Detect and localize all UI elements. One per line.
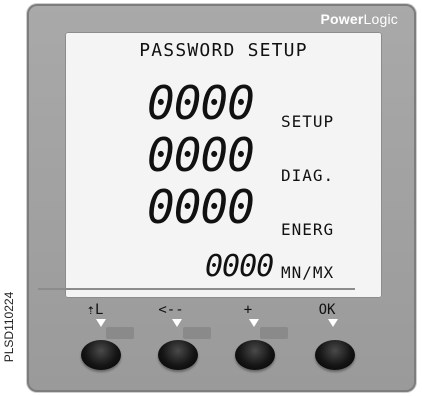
button-3[interactable] — [235, 340, 275, 370]
screen-title: PASSWORD SETUP — [139, 40, 308, 61]
softkey-divider — [38, 288, 355, 290]
mnmx-label: MN/MX — [281, 263, 335, 282]
softkey-ok: OK — [318, 302, 336, 318]
softkey-pointer-1 — [96, 319, 106, 327]
softkey-pointer-2 — [172, 319, 182, 327]
brand-power: Power — [320, 11, 364, 27]
brand-logic: Logic — [363, 11, 398, 27]
diag-label: DIAG. — [281, 166, 335, 185]
document-id: PLSD110224 — [2, 260, 16, 394]
softkey-left: <-- — [158, 302, 184, 318]
lcd-screen: PASSWORD SETUP 0000 SETUP 0000 DIAG. 000… — [65, 32, 382, 298]
brand-logo: PowerLogic — [321, 11, 398, 27]
energ-label: ENERG — [281, 220, 335, 239]
softkey-pointer-4 — [328, 319, 338, 327]
softkey-plus: + — [243, 302, 253, 318]
button-1[interactable] — [81, 340, 121, 370]
button-rib — [38, 327, 355, 339]
diag-password-value[interactable]: 0000 — [147, 132, 255, 178]
setup-password-value[interactable]: 0000 — [147, 80, 255, 126]
softkey-up-level: ⇡L — [86, 302, 104, 318]
button-4[interactable] — [315, 340, 355, 370]
setup-label: SETUP — [281, 112, 335, 131]
document-id-label: PLSD110224 — [2, 291, 16, 363]
energ-password-value[interactable]: 0000 — [147, 184, 255, 230]
button-2[interactable] — [158, 340, 198, 370]
mnmx-password-value[interactable]: 0000 — [205, 252, 274, 282]
softkey-pointer-3 — [249, 319, 259, 327]
